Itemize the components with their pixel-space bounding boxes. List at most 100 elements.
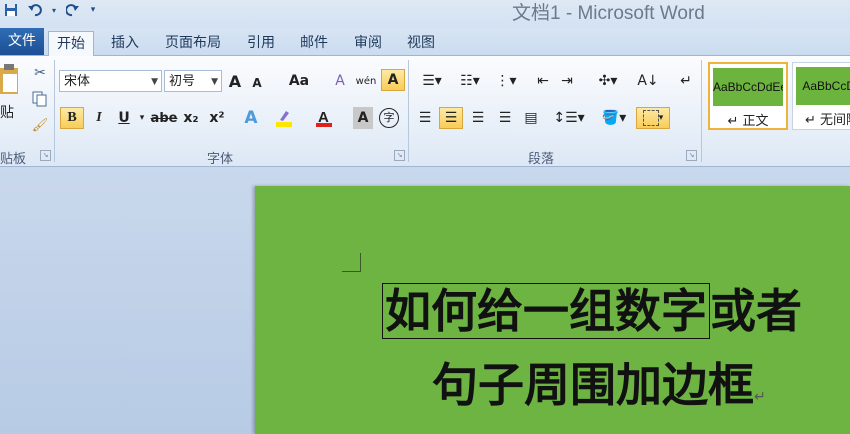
justify-button[interactable]: ☰ [494,107,516,129]
paragraph-mark-icon: ↵ [754,389,766,405]
copy-button[interactable] [30,88,50,110]
clear-formatting-button[interactable]: A [329,70,351,92]
italic-icon: I [96,110,102,125]
document-line-1[interactable]: 如何给一组数字或者 [382,280,802,344]
clear-formatting-icon: A [335,73,345,89]
tab-view[interactable]: 视图 [407,31,435,55]
numbering-button[interactable]: ☷▾ [453,70,487,92]
character-border-button[interactable]: A [381,69,405,91]
highlight-color-button[interactable] [273,107,295,129]
grow-font-button[interactable]: A [226,70,244,92]
group-divider [54,60,55,162]
underline-button[interactable]: U [114,107,134,129]
copy-icon [32,91,47,107]
group-divider [701,60,702,162]
align-right-icon: ☰ [471,110,485,126]
superscript-button[interactable]: x² [206,107,228,129]
shrink-font-button[interactable]: A [249,72,265,94]
font-name-value: 宋体 [64,74,91,89]
justify-icon: ☰ [498,110,512,126]
text-effects-button[interactable]: A [240,107,262,129]
undo-icon[interactable] [26,2,44,18]
increase-indent-button[interactable]: ⇥ [557,70,577,92]
chinese-layout-button[interactable]: ✣▾ [592,70,624,92]
bold-icon: B [67,110,77,125]
change-case-button[interactable]: Aa [284,70,314,92]
tab-mailings[interactable]: 邮件 [300,31,328,55]
font-launcher-icon[interactable]: ↘ [394,150,405,161]
show-marks-button[interactable]: ↵ [676,70,696,92]
paragraph-group-label: 段落 [528,152,555,167]
align-center-button[interactable]: ☰ [439,107,463,129]
superscript-icon: x² [209,110,225,126]
line-2-text[interactable]: 句子周围加边框 [432,358,754,412]
decrease-indent-button[interactable]: ⇤ [533,70,553,92]
align-left-button[interactable]: ☰ [414,107,436,129]
underline-dropdown[interactable]: ▾ [137,107,147,129]
format-painter-button[interactable]: 🖌 [30,114,50,136]
clipboard-group-label: 贴板 [0,152,27,167]
borders-icon [642,110,659,126]
paste-button[interactable]: 贴 [0,62,22,128]
character-border-icon: A [387,72,399,88]
chevron-down-icon: ▾ [139,113,145,123]
chinese-layout-icon: ✣▾ [598,73,618,89]
font-color-button[interactable]: A [313,107,335,129]
distributed-button[interactable]: ▤ [520,107,542,129]
redo-icon[interactable] [64,2,82,18]
multilevel-list-button[interactable]: ⋮▾ [490,70,522,92]
tab-home[interactable]: 开始 [48,31,94,57]
font-group-label: 字体 [207,152,234,167]
tab-insert[interactable]: 插入 [111,31,139,55]
bordered-text[interactable]: 如何给一组数字 [382,283,710,339]
sort-icon: A↓ [637,73,659,89]
bold-button[interactable]: B [60,107,84,129]
tab-file[interactable]: 文件 [0,28,44,55]
document-line-2[interactable]: 句子周围加边框↵ [432,354,766,428]
style-preview: AaBbCcDdEe [713,68,783,106]
clipboard-launcher-icon[interactable]: ↘ [40,150,51,161]
undo-dropdown-icon[interactable]: ▾ [50,2,58,18]
sort-button[interactable]: A↓ [636,70,660,92]
distributed-icon: ▤ [524,110,538,126]
increase-indent-icon: ⇥ [561,73,573,89]
font-name-select[interactable]: 宋体 ▼ [59,70,162,92]
strikethrough-icon: abe [150,110,178,126]
phonetic-guide-button[interactable]: wén [354,70,378,92]
brush-icon: 🖌 [31,117,49,133]
tab-review[interactable]: 审阅 [354,31,382,55]
align-right-button[interactable]: ☰ [467,107,489,129]
strikethrough-button[interactable]: abe [150,107,178,129]
borders-button[interactable]: ▾ [636,107,670,129]
bullets-button[interactable]: ☰▾ [415,70,449,92]
bullets-icon: ☰▾ [422,73,442,89]
shading-button[interactable]: 🪣▾ [597,107,631,129]
paste-label: 贴 [0,105,14,121]
align-left-icon: ☰ [418,110,432,126]
grow-font-icon: A [228,71,242,91]
enclose-characters-button[interactable]: 字 [378,107,400,129]
tab-references[interactable]: 引用 [247,31,275,55]
style-name: ↵ 无间隔 [804,113,850,128]
customize-dropdown-icon[interactable]: ▾ [88,2,98,18]
paste-icon [0,64,18,94]
text-effects-icon: A [244,108,258,128]
paragraph-launcher-icon[interactable]: ↘ [686,150,697,161]
tab-page-layout[interactable]: 页面布局 [165,31,221,55]
italic-button[interactable]: I [89,107,109,129]
style-normal[interactable]: AaBbCcDdEe ↵ 正文 [708,62,788,130]
line-spacing-button[interactable]: ↕☰▾ [553,107,585,129]
chevron-down-icon: ▼ [211,77,218,87]
align-center-icon: ☰ [444,110,458,126]
character-shading-button[interactable]: A [353,107,373,129]
style-no-spacing[interactable]: AaBbCcDd ↵ 无间隔 [792,62,850,130]
text-after-box[interactable]: 或者 [710,284,802,338]
cut-button[interactable]: ✂ [30,62,50,84]
subscript-icon: x₂ [183,110,199,126]
save-icon[interactable] [2,2,20,18]
font-size-select[interactable]: 初号 ▼ [164,70,222,92]
scissors-icon: ✂ [34,65,46,81]
group-divider [408,60,409,162]
numbering-icon: ☷▾ [460,73,480,89]
subscript-button[interactable]: x₂ [180,107,202,129]
